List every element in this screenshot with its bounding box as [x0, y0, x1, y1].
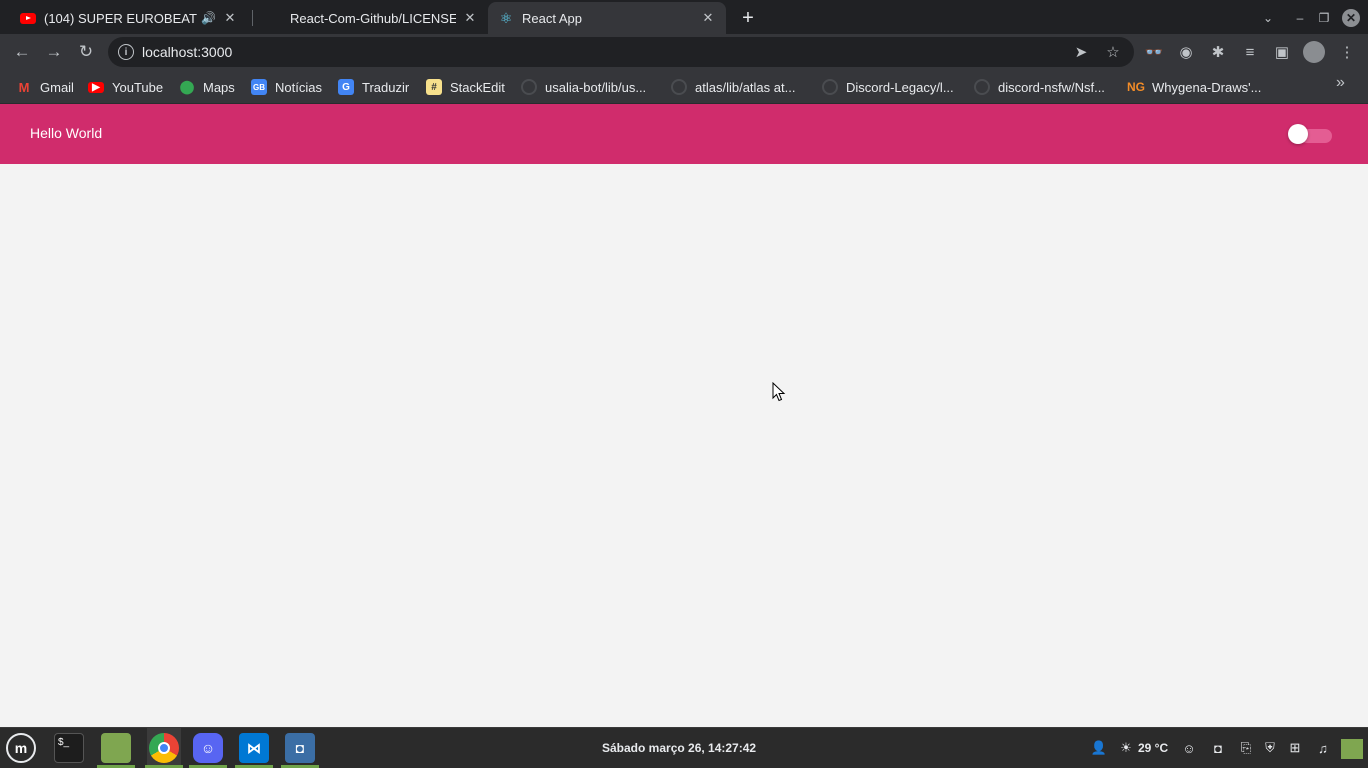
translate-icon: G [338, 79, 354, 95]
user-icon[interactable]: 👤 [1090, 739, 1108, 757]
media-queue-icon[interactable]: ≡ [1239, 41, 1261, 63]
youtube-icon: ▶ [88, 81, 104, 93]
bookmark-youtube[interactable]: ▶ YouTube [88, 77, 163, 97]
weather-icon[interactable]: ☀ [1117, 739, 1135, 757]
restore-icon[interactable]: ❐ [1314, 8, 1334, 28]
tab-title: React App [522, 10, 582, 26]
github-icon [974, 79, 990, 95]
mouse-cursor-icon [772, 382, 786, 402]
extension-glasses-icon[interactable]: 👓 [1143, 41, 1165, 63]
sound-icon[interactable]: ♫ [1314, 739, 1332, 757]
youtube-icon [20, 12, 36, 24]
send-icon[interactable]: ➤ [1070, 41, 1092, 63]
files-icon[interactable] [101, 733, 131, 763]
discord-icon[interactable]: ☺ [193, 733, 223, 763]
bookmark-traduzir[interactable]: G Traduzir [338, 77, 409, 97]
tab-youtube[interactable]: (104) SUPER EUROBEAT M 🔊 ✕ [10, 2, 248, 34]
tab-separator [252, 10, 253, 26]
bookmark-discord-nsfw[interactable]: discord-nsfw/Nsf... [974, 77, 1105, 97]
bookmark-label: StackEdit [450, 79, 505, 95]
tab-title: React-Com-Github/LICENSE at [290, 10, 456, 26]
ng-icon: NG [1127, 80, 1145, 94]
screenshot-icon[interactable]: ◘ [285, 733, 315, 763]
tab-search-icon[interactable]: ⌄ [1258, 8, 1278, 28]
bookmark-whygena-draws[interactable]: NG Whygena-Draws'... [1127, 77, 1262, 97]
forward-icon[interactable]: → [42, 40, 66, 64]
chrome-icon[interactable] [149, 733, 179, 763]
bookmark-label: atlas/lib/atlas at... [695, 79, 796, 95]
bookmark-atlas[interactable]: atlas/lib/atlas at... [671, 77, 795, 97]
app-body [0, 164, 1368, 727]
bookmark-label: discord-nsfw/Nsf... [998, 79, 1105, 95]
bookmark-label: YouTube [112, 79, 164, 95]
tab-github-license[interactable]: React-Com-Github/LICENSE at ✕ [256, 2, 488, 34]
browser-toolbar: ← → ↻ i localhost:3000 ➤ ☆ 👓 ◉ ✱ ≡ ▣ ⋮ [0, 34, 1368, 70]
discord-tray-icon[interactable]: ☺ [1180, 739, 1198, 757]
profile-avatar[interactable] [1303, 41, 1325, 63]
bookmark-label: Whygena-Draws'... [1152, 79, 1262, 95]
gmail-icon: M [18, 79, 30, 95]
react-icon: ⚛ [499, 9, 513, 26]
app-title: Hello World [30, 125, 103, 141]
tab-react-app[interactable]: ⚛ React App ✕ [488, 2, 726, 34]
extension-circle-icon[interactable]: ◉ [1175, 41, 1197, 63]
url-text[interactable]: localhost:3000 [142, 44, 232, 60]
bookmarks-bar: M Gmail ▶ YouTube ⬤ Maps GB Notícias G T… [0, 70, 1368, 104]
bookmark-maps[interactable]: ⬤ Maps [180, 77, 235, 97]
bookmarks-overflow-icon[interactable]: » [1336, 74, 1345, 92]
extensions-puzzle-icon[interactable]: ✱ [1207, 41, 1229, 63]
app-header: Hello World [0, 104, 1368, 164]
tab-strip: (104) SUPER EUROBEAT M 🔊 ✕ React-Com-Git… [0, 0, 1368, 34]
new-tab-button[interactable]: + [736, 6, 760, 30]
bookmark-label: Discord-Legacy/l... [846, 79, 954, 95]
clock[interactable]: Sábado março 26, 14:27:42 [602, 741, 756, 755]
github-icon [822, 79, 838, 95]
reload-icon[interactable]: ↻ [74, 40, 98, 64]
temperature[interactable]: 29 °C [1138, 741, 1168, 755]
speaker-icon[interactable]: 🔊 [201, 11, 216, 25]
network-icon[interactable]: ⊞ [1286, 739, 1304, 757]
close-tab-icon[interactable]: ✕ [700, 10, 716, 26]
news-icon: GB [251, 79, 267, 95]
clipboard-icon[interactable]: ⎘ [1237, 739, 1255, 757]
address-bar[interactable]: i localhost:3000 ➤ ☆ [108, 37, 1134, 67]
mint-menu-icon[interactable]: m [6, 733, 36, 763]
bookmark-star-icon[interactable]: ☆ [1102, 41, 1124, 63]
stackedit-icon: # [426, 79, 442, 95]
back-icon[interactable]: ← [10, 40, 34, 64]
bookmark-gmail[interactable]: M Gmail [16, 77, 74, 97]
vscode-icon[interactable]: ⋈ [239, 733, 269, 763]
menu-kebab-icon[interactable]: ⋮ [1336, 41, 1358, 63]
github-icon [671, 79, 687, 95]
maps-icon: ⬤ [179, 79, 195, 94]
shield-icon[interactable]: ⛨ [1261, 739, 1279, 757]
close-tab-icon[interactable]: ✕ [222, 10, 238, 26]
show-desktop-icon[interactable] [1341, 739, 1363, 759]
bookmark-label: Maps [203, 79, 235, 95]
taskbar: m $_ ☺ ⋈ ◘ Sábado março 26, 14:27:42 👤 ☀… [0, 727, 1368, 768]
side-panel-icon[interactable]: ▣ [1271, 41, 1293, 63]
bookmark-usalia-bot[interactable]: usalia-bot/lib/us... [521, 77, 646, 97]
bookmark-discord-legacy[interactable]: Discord-Legacy/l... [822, 77, 954, 97]
bookmark-label: usalia-bot/lib/us... [545, 79, 647, 95]
minimize-icon[interactable]: – [1290, 8, 1310, 28]
tab-title: (104) SUPER EUROBEAT M [44, 10, 198, 26]
close-tab-icon[interactable]: ✕ [462, 10, 478, 26]
bookmark-label: Notícias [275, 79, 322, 95]
bookmark-stackedit[interactable]: # StackEdit [426, 77, 505, 97]
bookmark-label: Traduzir [362, 79, 410, 95]
theme-toggle-switch[interactable] [1288, 124, 1308, 144]
site-info-icon[interactable]: i [118, 44, 134, 60]
github-icon [266, 10, 282, 26]
github-icon [521, 79, 537, 95]
bookmark-label: Gmail [40, 79, 74, 95]
close-window-icon[interactable]: ✕ [1342, 9, 1360, 27]
terminal-icon[interactable]: $_ [54, 733, 84, 763]
screenshot-tray-icon[interactable]: ◘ [1209, 739, 1227, 757]
bookmark-noticias[interactable]: GB Notícias [251, 77, 322, 97]
